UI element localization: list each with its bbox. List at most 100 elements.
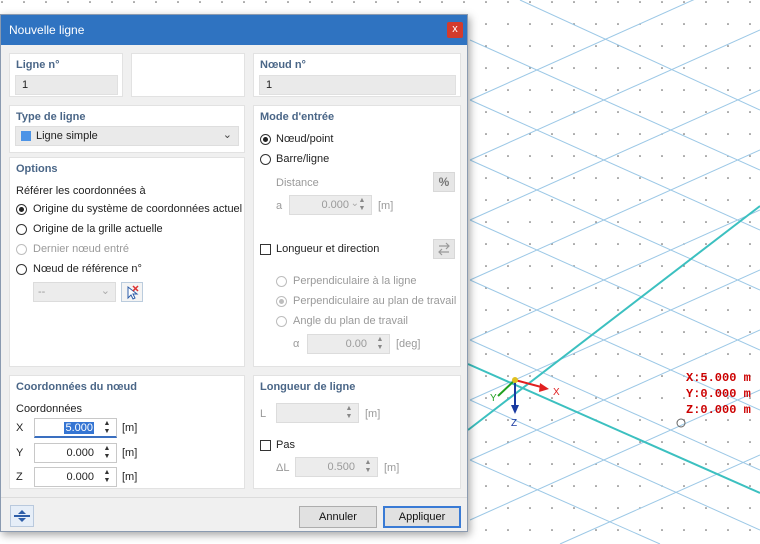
line-number-label: Ligne n° [16,59,60,71]
alpha-label: α [293,338,300,350]
radio-origin-current-system[interactable] [16,204,27,215]
close-button[interactable]: x [447,22,463,38]
coord-x-axis-label: X [16,422,24,434]
coord-x-unit: [m] [122,422,138,434]
chevron-down-icon: ⌄ [222,129,232,141]
radio-perp-workplane[interactable] [276,296,287,307]
delta-l-spinner[interactable]: 0.500 ▲ ▼ [295,457,378,477]
reference-node-value: -- [38,286,46,298]
radio-workplane-angle-label: Angle du plan de travail [293,315,408,327]
coord-y-readout: Y:0.000 m [686,387,751,401]
step-label: Pas [276,439,295,451]
delta-l-value: 0.500 [327,461,355,473]
coord-z-value: 0.000 [66,471,94,483]
coord-x-readout: X:5.000 m [686,371,751,385]
delta-l-unit: [m] [384,462,400,474]
radio-bar-line-label: Barre/ligne [276,153,330,165]
options-title: Options [16,163,58,175]
step-checkbox[interactable] [260,440,271,451]
axis-y-label: Y [490,393,497,404]
dialog-footer-separator [1,497,467,498]
radio-perp-workplane-label: Perpendiculaire au plan de travail [293,295,457,307]
coordinates-subtitle: Coordonnées [16,403,83,415]
apply-button[interactable]: Appliquer [383,506,461,528]
coord-y-axis-label: Y [16,447,24,459]
alpha-unit: [deg] [396,338,421,350]
line-length-title: Longueur de ligne [260,381,356,393]
axis-x-label: X [553,387,560,398]
spinner-arrows-icon[interactable]: ▲ ▼ [101,420,113,436]
spinner-arrows-icon[interactable]: ▲ ▼ [101,445,113,461]
dialog-title: Nouvelle ligne [9,23,85,37]
pick-node-button[interactable] [121,282,143,302]
radio-last-node-label: Dernier nœud entré [33,243,129,255]
radio-node-point[interactable] [260,134,271,145]
radio-bar-line[interactable] [260,154,271,165]
adjust-view-icon [14,510,30,522]
coord-x-input[interactable]: 5.000 ▲ ▼ [34,418,117,438]
input-mode-title: Mode d'entrée [260,111,335,123]
new-line-dialog: Nouvelle ligne x Ligne n° 1 Nœud n° 1 Ty… [0,14,468,532]
length-l-unit: [m] [365,408,381,420]
length-direction-checkbox[interactable] [260,244,271,255]
pick-node-icon [127,285,139,300]
direction-swap-icon [438,242,450,256]
node-number-field[interactable]: 1 [259,75,456,95]
coord-z-axis-label: Z [16,471,23,483]
radio-origin-current-system-label: Origine du système de coordonnées actuel [33,203,243,215]
a-distance-value: 0.000 [321,199,349,211]
node-number-label: Nœud n° [260,59,306,71]
a-label: a [276,200,283,212]
line-length-panel: Longueur de ligne L ▲ ▼ [m] Pas ΔL 0.500 … [253,375,461,489]
a-unit: [m] [378,200,394,212]
coordinate-readout: X:5.000 m Y:0.000 m Z:0.000 m [686,371,751,417]
cancel-button[interactable]: Annuler [299,506,377,528]
adjust-view-button[interactable] [10,505,34,527]
radio-origin-grid[interactable] [16,224,27,235]
reference-coords-label: Référer les coordonnées à [16,185,146,197]
line-number-panel: Ligne n° 1 [9,53,123,97]
a-distance-spinner[interactable]: 0.000 ⌄ ▲ ▼ [289,195,372,215]
spinner-arrows-icon[interactable]: ▲ ▼ [101,469,113,485]
radio-reference-node[interactable] [16,264,27,275]
percent-button[interactable]: % [433,172,455,192]
delta-l-label: ΔL [276,462,290,474]
line-type-swatch [21,131,31,141]
coord-z-unit: [m] [122,471,138,483]
input-mode-panel: Mode d'entrée Nœud/point Barre/ligne Dis… [253,105,461,367]
chevron-down-icon: ⌄ [100,285,110,297]
spinner-arrows-icon[interactable]: ▲ ▼ [343,405,355,421]
radio-origin-grid-label: Origine de la grille actuelle [33,223,163,235]
line-type-panel: Type de ligne Ligne simple ⌄ [9,105,245,153]
length-direction-label: Longueur et direction [276,243,380,255]
radio-workplane-angle[interactable] [276,316,287,327]
spinner-arrows-icon[interactable]: ▲ ▼ [356,197,368,213]
alpha-spinner[interactable]: 0.00 ▲ ▼ [307,334,390,354]
spinner-arrows-icon[interactable]: ▲ ▼ [374,336,386,352]
length-l-spinner[interactable]: ▲ ▼ [276,403,359,423]
radio-last-node[interactable] [16,244,27,255]
spinner-arrows-icon[interactable]: ▲ ▼ [362,459,374,475]
title-bar[interactable]: Nouvelle ligne x [1,15,467,45]
reference-node-select[interactable]: -- ⌄ [33,282,116,302]
empty-panel [131,53,245,97]
coord-y-value: 0.000 [66,447,94,459]
radio-perp-line-label: Perpendiculaire à la ligne [293,275,417,287]
coord-x-value-wrap: 5.000 [64,422,94,434]
coord-z-input[interactable]: 0.000 ▲ ▼ [34,467,117,487]
node-coordinates-panel: Coordonnées du nœud Coordonnées X 5.000 … [9,375,245,489]
coord-y-input[interactable]: 0.000 ▲ ▼ [34,443,117,463]
direction-swap-button[interactable] [433,239,455,259]
coord-z-readout: Z:0.000 m [686,403,751,417]
length-l-label: L [260,408,267,420]
line-type-label: Type de ligne [16,111,86,123]
radio-node-point-label: Nœud/point [276,133,334,145]
axis-z-label: Z [511,418,517,429]
line-type-value: Ligne simple [36,130,98,142]
line-number-field[interactable]: 1 [15,75,118,95]
radio-reference-node-label: Nœud de référence n° [33,263,142,275]
node-number-panel: Nœud n° 1 [253,53,461,97]
line-type-dropdown[interactable]: Ligne simple ⌄ [15,126,239,146]
radio-perp-line[interactable] [276,276,287,287]
distance-label: Distance [276,177,319,189]
